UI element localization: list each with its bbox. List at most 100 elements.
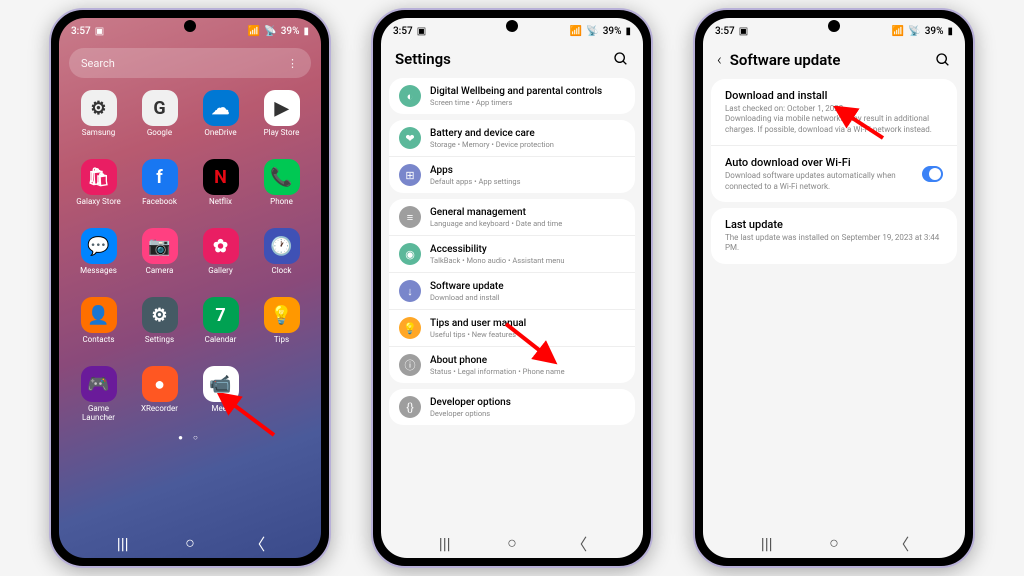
settings-item-title: Accessibility [430,244,625,255]
settings-item-subtitle: TalkBack • Mono audio • Assistant menu [430,256,625,265]
settings-item-accessibility[interactable]: ◉ AccessibilityTalkBack • Mono audio • As… [389,236,635,272]
settings-header: Settings [381,44,643,78]
camera-hole [506,20,518,32]
settings-item-general-management[interactable]: ≡General managementLanguage and keyboard… [389,199,635,235]
settings-item-icon: ❤ [399,127,421,149]
status-app-icon: ▣ [95,26,104,37]
back-button[interactable]: ‹ [717,50,722,69]
app-settings[interactable]: ⚙ Settings [132,297,187,354]
settings-item-subtitle: Status • Legal information • Phone name [430,367,625,376]
nav-back[interactable]: 〈 [247,536,267,550]
app-meet[interactable]: 📹Meet [193,366,248,423]
settings-item-subtitle: Language and keyboard • Date and time [430,219,625,228]
app-label: Tips [274,336,289,354]
settings-item-subtitle: Download and install [430,293,625,302]
app-icon: f [142,159,178,195]
phone-1: 3:57 ▣ 📶 📡 39% ▮ Search ⋮ ⚙SamsungGGoogl… [49,8,331,568]
app-game-launcher[interactable]: 🎮 Game Launcher [71,366,126,423]
app-icon: 💬 [81,228,117,264]
nav-home[interactable]: ○ [180,536,200,550]
settings-item-about-phone[interactable]: ⓘAbout phoneStatus • Legal information •… [389,347,635,383]
option-title: Download and install [725,89,943,102]
search-more-icon[interactable]: ⋮ [287,57,299,70]
app-camera[interactable]: 📷Camera [132,228,187,285]
app-label: Netflix [209,198,232,216]
app-icon: 📞 [264,159,300,195]
battery-icon: ▮ [303,26,309,37]
app-onedrive[interactable]: ☁OneDrive [193,90,248,147]
app-icon: 🎮 [81,366,117,402]
app-galaxy-store[interactable]: 🛍Galaxy Store [71,159,126,216]
update-card-2: Last update The last update was installe… [711,208,957,264]
app-samsung[interactable]: ⚙ Samsung [71,90,126,147]
nav-recents[interactable]: ||| [113,536,133,550]
app-google[interactable]: GGoogle [132,90,187,147]
app-label: Clock [272,267,292,285]
settings-item-digital-wellbeing[interactable]: ◐Digital Wellbeing and parental controls… [389,78,635,114]
app-icon: 📷 [142,228,178,264]
settings-item-icon: ↓ [399,280,421,302]
signal-icon: 📶 [248,26,260,37]
settings-item-tips-and[interactable]: 💡Tips and user manualUseful tips • New f… [389,310,635,346]
app-netflix[interactable]: NNetflix [193,159,248,216]
auto-download-toggle[interactable] [922,166,943,182]
app-play-store[interactable]: ▶ Play Store [254,90,309,147]
settings-item-title: Battery and device care [430,128,625,139]
nav-bar: ||| ○ 〈 [703,528,965,558]
signal-icon: 📶 [892,26,904,37]
search-icon[interactable] [613,51,629,67]
battery-text: 39% [281,26,300,37]
settings-item-icon: 💡 [399,317,421,339]
nav-recents[interactable]: ||| [757,536,777,550]
app-facebook[interactable]: fFacebook [132,159,187,216]
app-label: Samsung [82,129,116,147]
page-indicator: ● ○ [59,433,321,442]
page-title: Software update [730,51,841,69]
app-xrecorder[interactable]: ●XRecorder [132,366,187,423]
settings-item-apps[interactable]: ⊞AppsDefault apps • App settings [389,157,635,193]
update-card-1: Download and install Last checked on: Oc… [711,79,957,202]
search-bar[interactable]: Search ⋮ [69,48,311,78]
app-clock[interactable]: 🕐Clock [254,228,309,285]
app-label: Messages [80,267,117,285]
app-contacts[interactable]: 👤Contacts [71,297,126,354]
nav-home[interactable]: ○ [824,536,844,550]
nav-bar: ||| ○ 〈 [59,528,321,558]
app-label: Play Store [264,129,300,147]
settings-item-icon: ⓘ [399,354,421,376]
settings-item-icon: ◉ [399,243,421,265]
settings-item-battery-and[interactable]: ❤Battery and device careStorage • Memory… [389,120,635,156]
app-phone[interactable]: 📞Phone [254,159,309,216]
app-label: Gallery [208,267,233,285]
app-tips[interactable]: 💡Tips [254,297,309,354]
nav-recents[interactable]: ||| [435,536,455,550]
settings-item-developer-options[interactable]: {}Developer optionsDeveloper options [389,389,635,425]
option-download-install[interactable]: Download and install Last checked on: Oc… [711,79,957,145]
settings-item-icon: ≡ [399,206,421,228]
nav-back[interactable]: 〈 [891,536,911,550]
wifi-icon: 📡 [264,26,276,37]
search-icon[interactable] [935,52,951,68]
app-icon: ⚙ [81,90,117,126]
app-label: Settings [145,336,174,354]
battery-text: 39% [603,26,622,37]
settings-item-subtitle: Useful tips • New features [430,330,625,339]
app-calendar[interactable]: 7Calendar [193,297,248,354]
home-screen: 3:57 ▣ 📶 📡 39% ▮ Search ⋮ ⚙SamsungGGoogl… [59,18,321,558]
app-gallery[interactable]: ✿Gallery [193,228,248,285]
settings-card: ❤Battery and device careStorage • Memory… [389,120,635,193]
app-label: Galaxy Store [76,198,121,216]
app-messages[interactable]: 💬 Messages [71,228,126,285]
settings-item-title: Digital Wellbeing and parental controls [430,86,625,97]
app-icon: ▶ [264,90,300,126]
nav-home[interactable]: ○ [502,536,522,550]
app-label: Game Launcher [71,405,126,423]
app-label: Google [147,129,172,147]
app-icon: ⚙ [142,297,178,333]
option-auto-download[interactable]: Auto download over Wi-Fi Download softwa… [711,146,957,202]
option-last-update[interactable]: Last update The last update was installe… [711,208,957,264]
nav-back[interactable]: 〈 [569,536,589,550]
status-app-icon: ▣ [739,26,748,37]
settings-card: ≡General managementLanguage and keyboard… [389,199,635,383]
settings-item-software-update[interactable]: ↓Software updateDownload and install [389,273,635,309]
